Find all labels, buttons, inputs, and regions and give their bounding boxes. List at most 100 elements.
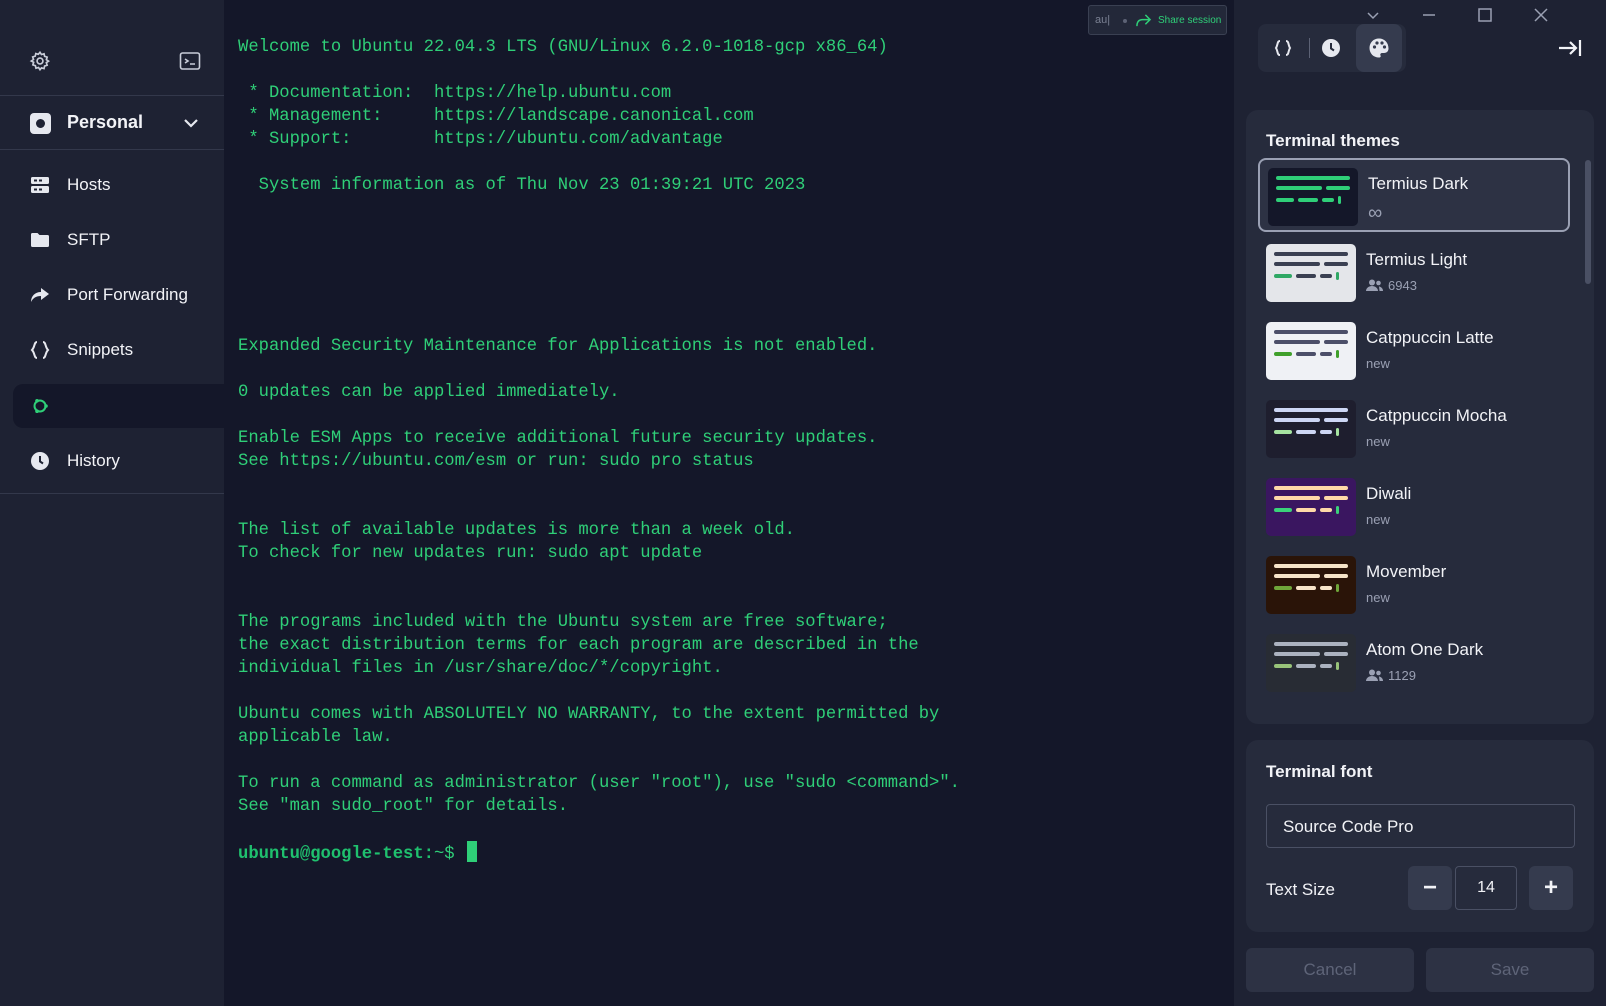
theme-meta-text: 6943 [1388, 278, 1417, 293]
tab-themes[interactable] [1356, 24, 1402, 72]
preview-line [1320, 352, 1332, 356]
terminal-line: The programs included with the Ubuntu sy… [238, 613, 888, 632]
sidebar-item-label: Port Forwarding [67, 285, 188, 304]
theme-name: Movember [1366, 562, 1447, 581]
sidebar-item-ubuntu-session[interactable] [13, 384, 224, 428]
share-arrow-icon [1136, 14, 1152, 27]
terminal-line: System information as of Thu Nov 23 01:3… [238, 176, 806, 195]
preview-line [1274, 418, 1320, 422]
terminal-line: The list of available updates is more th… [238, 521, 795, 540]
sidebar-item-history[interactable]: History [0, 434, 224, 489]
decrease-text-size-button[interactable]: − [1408, 866, 1452, 910]
theme-meta: new [1366, 590, 1390, 605]
theme-name: Catppuccin Latte [1366, 328, 1494, 347]
tab-snippets[interactable] [1260, 24, 1306, 72]
preview-line [1276, 198, 1294, 202]
save-button[interactable]: Save [1426, 948, 1594, 992]
vault-selector[interactable]: Personal [0, 96, 224, 150]
terminal-line: the exact distribution terms for each pr… [238, 636, 919, 655]
sidebar-item-port-forwarding[interactable]: Port Forwarding [0, 268, 224, 323]
sidebar-top [0, 0, 224, 96]
sidebar-nav: Hosts SFTP Port Forwarding Snippets Hist… [0, 150, 224, 494]
theme-preview [1268, 168, 1358, 226]
collapse-panel-icon[interactable] [1557, 37, 1583, 59]
terminal-line: individual files in /usr/share/doc/*/cop… [238, 659, 723, 678]
theme-meta-text: 1129 [1388, 668, 1416, 683]
terminal-line: * Management: https://landscape.canonica… [238, 107, 754, 126]
theme-item[interactable]: Catppuccin Latte new [1258, 314, 1570, 388]
maximize-icon[interactable] [1476, 6, 1494, 24]
sidebar-item-label: History [67, 451, 120, 470]
terminal-line: Enable ESM Apps to receive additional fu… [238, 429, 878, 448]
terminal-output[interactable]: Welcome to Ubuntu 22.04.3 LTS (GNU/Linux… [238, 36, 960, 866]
theme-item[interactable]: Termius Dark ∞ [1258, 158, 1570, 232]
theme-item[interactable]: Catppuccin Mocha new [1258, 392, 1570, 466]
preview-line [1274, 652, 1320, 656]
preview-line [1274, 262, 1320, 266]
terminal-line: See https://ubuntu.com/esm or run: sudo … [238, 452, 754, 471]
theme-meta-text: new [1366, 434, 1390, 449]
preview-line [1296, 274, 1316, 278]
preview-line [1322, 198, 1334, 202]
preview-line [1336, 350, 1339, 358]
terminal-pane[interactable]: Welcome to Ubuntu 22.04.3 LTS (GNU/Linux… [224, 0, 1234, 1006]
font-select[interactable]: Source Code Pro [1266, 804, 1575, 848]
cancel-button[interactable]: Cancel [1246, 948, 1414, 992]
prompt-path: ~$ [433, 845, 455, 864]
theme-preview [1266, 634, 1356, 692]
prompt-user: ubuntu@google-test: [238, 845, 434, 864]
preview-line [1274, 486, 1348, 490]
terminal-cursor [466, 841, 477, 862]
preview-line [1324, 262, 1348, 266]
preview-line [1336, 428, 1339, 436]
chevron-down-icon[interactable] [1364, 6, 1382, 24]
theme-name: Termius Dark [1368, 174, 1469, 193]
preview-line [1336, 506, 1339, 514]
preview-line [1336, 584, 1339, 592]
terminal-line: applicable law. [238, 728, 393, 747]
sidebar-item-snippets[interactable]: Snippets [0, 323, 224, 378]
vault-icon [30, 113, 51, 134]
terminal-line: Welcome to Ubuntu 22.04.3 LTS (GNU/Linux… [238, 38, 888, 57]
theme-name: Diwali [1366, 484, 1412, 503]
close-icon[interactable] [1532, 6, 1550, 24]
preview-line [1274, 340, 1320, 344]
preview-line [1324, 496, 1348, 500]
theme-item[interactable]: Movember new [1258, 548, 1570, 622]
sidebar-item-sftp[interactable]: SFTP [0, 213, 224, 268]
increase-text-size-button[interactable]: + [1529, 866, 1573, 910]
font-value: Source Code Pro [1283, 817, 1414, 836]
theme-meta: 1129 [1366, 668, 1416, 683]
share-session-button[interactable]: au| Share session [1088, 5, 1227, 35]
snippets-icon [30, 341, 50, 359]
text-size-input[interactable]: 14 [1455, 866, 1517, 910]
preview-line [1274, 408, 1348, 412]
theme-name: Atom One Dark [1366, 640, 1484, 659]
theme-meta: new [1366, 512, 1390, 527]
settings-gear-icon[interactable] [29, 50, 51, 72]
sidebar-item-hosts[interactable]: Hosts [0, 158, 224, 213]
preview-line [1274, 586, 1292, 590]
preview-line [1274, 352, 1292, 356]
preview-line [1320, 586, 1332, 590]
port-forwarding-icon [31, 288, 49, 302]
theme-item[interactable]: Atom One Dark 1129 [1258, 626, 1570, 700]
chevron-down-icon[interactable] [181, 113, 201, 133]
text-size-label: Text Size [1266, 880, 1335, 899]
theme-item[interactable]: Diwali new [1258, 470, 1570, 544]
themes-scrollbar[interactable] [1585, 160, 1591, 284]
minimize-icon[interactable] [1420, 6, 1438, 24]
terminal-icon[interactable] [179, 51, 201, 71]
tab-history[interactable] [1308, 24, 1354, 72]
preview-line [1296, 430, 1316, 434]
terminal-font-title: Terminal font [1266, 762, 1373, 781]
theme-item[interactable]: Termius Light 6943 [1258, 236, 1570, 310]
theme-meta-text: new [1366, 512, 1390, 527]
terminal-line: Expanded Security Maintenance for Applic… [238, 337, 878, 356]
